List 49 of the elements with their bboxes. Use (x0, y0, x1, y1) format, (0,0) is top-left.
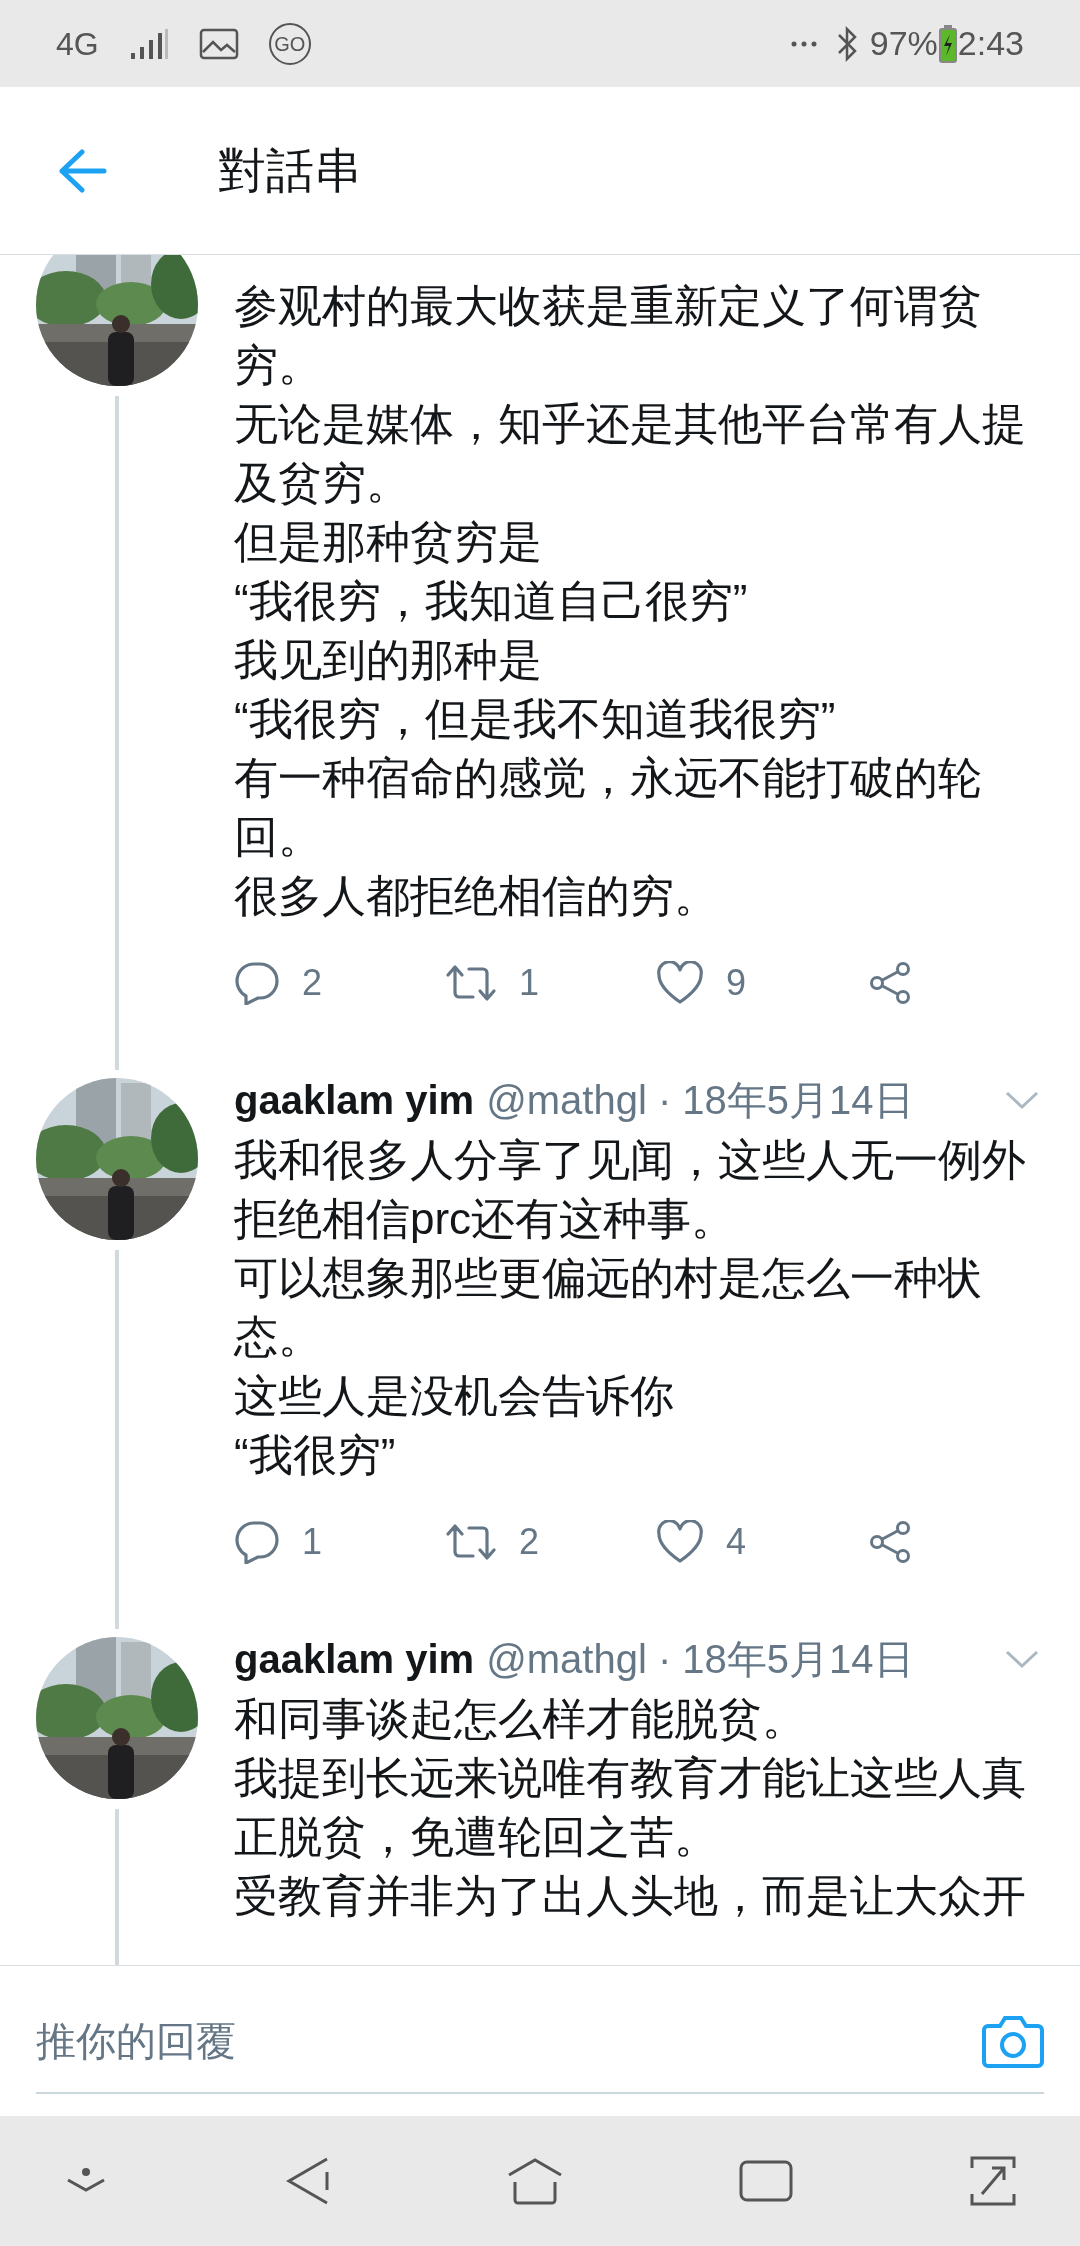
handle-and-date: @mathgl · 18年5月14日 (486, 1077, 914, 1124)
user-name[interactable]: gaaklam yim (234, 1070, 475, 1130)
expand-icon[interactable] (968, 2154, 1018, 2208)
like-count: 9 (726, 961, 747, 1005)
bluetooth-icon (835, 25, 858, 62)
heart-icon[interactable] (656, 961, 704, 1005)
network-label: 4G (56, 24, 99, 64)
handle-and-date: @mathgl · 18年5月14日 (486, 1636, 914, 1683)
page-title: 對話串 (218, 142, 362, 199)
tweet-text: 和同事谈起怎么样才能脱贫。 (234, 1693, 807, 1745)
retweet-icon[interactable] (445, 963, 497, 1003)
tweet-text: 参观村的最大收获是重新定义了何谓贫穷。 (234, 280, 983, 391)
more-icon (789, 39, 818, 48)
tweet-text: 我见到的那种是 (234, 634, 543, 686)
tweet-text: 受教育并非为了出人头地，而是让大众开 (234, 1870, 1027, 1922)
clock: 2:43 (957, 23, 1024, 64)
tweet-text: 但是那种贫穷是 (234, 516, 543, 568)
tweet-text: 有一种宿命的感觉，永远不能打破的轮回。 (234, 752, 983, 863)
reply-field[interactable]: 推你的回覆 (36, 2011, 982, 2071)
retweet-count: 1 (519, 961, 540, 1005)
reply-icon[interactable] (234, 961, 280, 1005)
reply-count: 1 (302, 1520, 323, 1564)
tweet-text: 这些人是没机会告诉你 (234, 1370, 675, 1422)
tweet-text: 可以想象那些更偏远的村是怎么一种状态。 (234, 1252, 983, 1363)
back-button[interactable] (58, 148, 108, 193)
reply-count: 2 (302, 961, 323, 1005)
tweet-text: “我很穷，但是我不知道我很穷” (234, 693, 837, 745)
like-count: 4 (726, 1520, 747, 1564)
battery-percent: 97% (869, 23, 938, 64)
user-name[interactable]: gaaklam yim (234, 1629, 475, 1689)
recent-apps-icon[interactable] (739, 2160, 793, 2202)
reply-icon[interactable] (234, 1520, 280, 1564)
app-badge: GO (268, 22, 311, 65)
tweet-text: 我和很多人分享了见闻，这些人无一例外拒绝相信prc还有这种事。 (234, 1134, 1027, 1245)
retweet-count: 2 (519, 1520, 540, 1564)
tweet-text: 我提到长远来说唯有教育才能让这些人真正脱贫，免遭轮回之苦。 (234, 1752, 1027, 1863)
back-nav-icon[interactable] (285, 2156, 331, 2206)
signal-icon (128, 26, 169, 61)
heart-icon[interactable] (656, 1520, 704, 1564)
tweet-text: 很多人都拒绝相信的穷。 (234, 870, 719, 922)
share-icon[interactable] (867, 961, 913, 1005)
home-icon[interactable] (506, 2157, 564, 2205)
battery-icon (937, 23, 958, 64)
tweet-text: 无论是媒体，知乎还是其他平台常有人提及贫穷。 (234, 398, 1027, 509)
image-icon (198, 27, 239, 60)
tweet-text: “我很穷” (234, 1429, 397, 1481)
share-icon[interactable] (867, 1520, 913, 1564)
tweet-text: “我很穷，我知道自己很穷” (234, 575, 749, 627)
retweet-icon[interactable] (445, 1522, 497, 1562)
